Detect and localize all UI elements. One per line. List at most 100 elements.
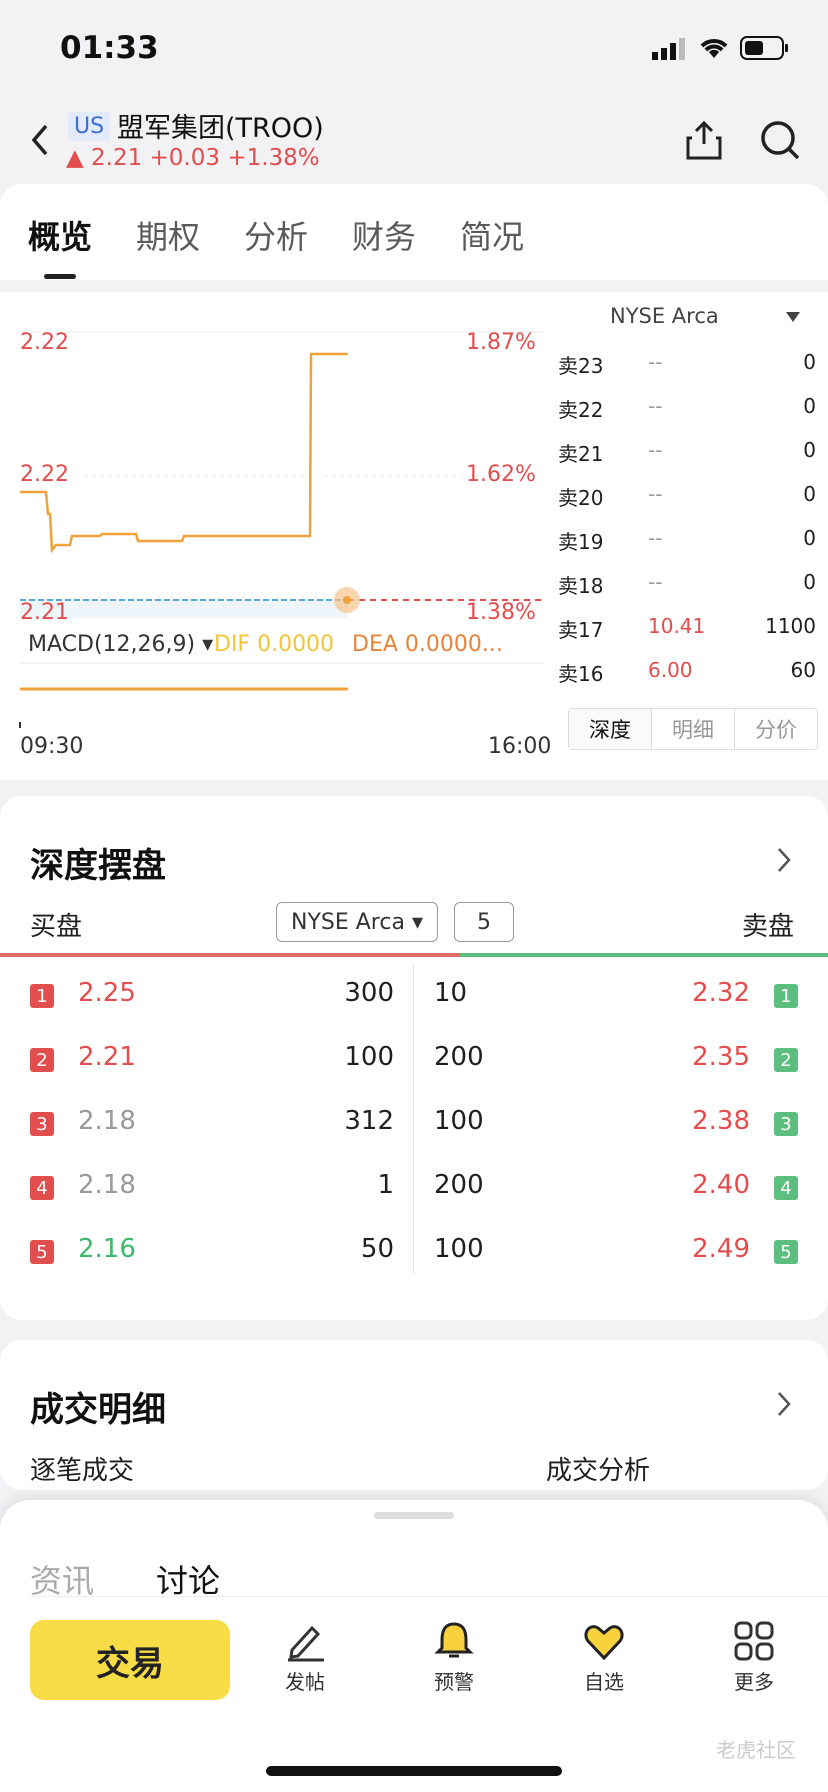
nav-more[interactable]: 更多 — [714, 1620, 794, 1695]
price-line — [20, 352, 348, 554]
chevron-right-icon[interactable] — [776, 1390, 792, 1418]
share-icon[interactable] — [682, 118, 726, 162]
back-icon[interactable] — [26, 120, 56, 160]
orderbook-row: 卖20 -- 0 — [558, 472, 820, 516]
pct-label-mid: 1.62% — [466, 462, 536, 487]
depth-exchange-value: NYSE Arca — [291, 909, 405, 935]
orderbook-row: 卖22 -- 0 — [558, 384, 820, 428]
macd-label: MACD(12,26,9) — [28, 632, 196, 657]
ask-level-badge: 3 — [774, 1112, 798, 1136]
nav-alert[interactable]: 预警 — [414, 1620, 494, 1695]
heart-icon — [584, 1625, 624, 1661]
watermark: 老虎社区 — [716, 1738, 796, 1762]
buy-side-label: 买盘 — [30, 912, 83, 942]
pencil-icon — [288, 1625, 324, 1662]
segment-detail[interactable]: 明细 — [652, 709, 735, 749]
segment-price-dist[interactable]: 分价 — [735, 709, 817, 749]
intraday-chart[interactable] — [0, 292, 556, 762]
trades-tick-tab[interactable]: 逐笔成交 — [30, 1450, 134, 1487]
orderbook-row-label: 卖22 — [558, 398, 604, 422]
pct-label-low: 1.38% — [466, 600, 536, 625]
nav-alert-label: 预警 — [434, 1670, 474, 1694]
depth-row: 5 2.16 50 100 2.49 5 — [0, 1220, 828, 1284]
sell-bar — [460, 953, 828, 957]
orderbook-row-label: 卖23 — [558, 354, 604, 378]
tab-analysis[interactable]: 分析 — [244, 212, 308, 258]
bid-level-badge: 4 — [30, 1176, 54, 1200]
nav-more-label: 更多 — [734, 1670, 774, 1694]
orderbook-row-label: 卖19 — [558, 530, 604, 554]
ask-size: 100 — [434, 1234, 484, 1264]
orderbook-row-size: 0 — [803, 394, 816, 418]
bid-level-badge: 5 — [30, 1240, 54, 1264]
bid-size: 1 — [377, 1170, 394, 1200]
bid-size: 312 — [344, 1106, 394, 1136]
depth-levels-select[interactable]: 5 — [454, 902, 514, 942]
sheet-divider — [30, 1596, 828, 1597]
ask-level-badge: 4 — [774, 1176, 798, 1200]
chevron-down-icon[interactable] — [786, 312, 800, 322]
orderbook-row-price: -- — [648, 394, 663, 418]
macd-selector[interactable]: MACD(12,26,9) ▾ — [28, 632, 213, 657]
bid-level-badge: 1 — [30, 984, 54, 1008]
bid-price: 2.25 — [78, 978, 136, 1008]
depth-title: 深度摆盘 — [30, 846, 166, 886]
orderbook-row-label: 卖18 — [558, 574, 604, 598]
home-indicator[interactable] — [266, 1766, 562, 1776]
sheet-handle[interactable] — [374, 1512, 454, 1519]
depth-exchange-select[interactable]: NYSE Arca ▾ — [276, 902, 438, 942]
price-label-low: 2.21 — [20, 600, 69, 625]
bid-price: 2.16 — [78, 1234, 136, 1264]
nav-post-label: 发帖 — [285, 1670, 325, 1694]
tab-profile[interactable]: 简况 — [460, 212, 524, 258]
ask-level-badge: 1 — [774, 984, 798, 1008]
bid-size: 50 — [360, 1234, 394, 1264]
bid-price: 2.18 — [78, 1170, 136, 1200]
orderbook-row-size: 0 — [803, 350, 816, 374]
bid-price: 2.18 — [78, 1106, 136, 1136]
trades-title: 成交明细 — [30, 1390, 166, 1430]
signal-icon — [652, 38, 685, 60]
orderbook-list[interactable]: 卖23 -- 0 卖22 -- 0 卖21 -- 0 卖20 -- 0 卖19 -- 0 卖18 -- 0 卖17 1… — [558, 340, 820, 708]
orderbook-row-size: 0 — [803, 570, 816, 594]
macd-dea: DEA 0.0000... — [352, 632, 503, 657]
active-tab-indicator — [44, 274, 76, 279]
orderbook-row-label: 卖16 — [558, 662, 604, 686]
tab-overview[interactable]: 概览 — [28, 212, 92, 258]
orderbook-row-size: 60 — [790, 658, 816, 682]
chevron-right-icon[interactable] — [776, 846, 792, 874]
battery-icon — [740, 36, 788, 60]
ask-size: 200 — [434, 1170, 484, 1200]
segment-depth[interactable]: 深度 — [569, 709, 652, 749]
orderbook-row: 卖16 6.00 60 — [558, 648, 820, 692]
orderbook-row: 卖21 -- 0 — [558, 428, 820, 472]
nav-post[interactable]: 发帖 — [265, 1620, 345, 1695]
tab-financials[interactable]: 财务 — [352, 212, 416, 258]
orderbook-row-price: -- — [648, 482, 663, 506]
x-axis-end: 16:00 — [488, 734, 552, 759]
trade-button[interactable]: 交易 — [30, 1620, 230, 1700]
price-label-high: 2.22 — [20, 330, 69, 355]
search-icon[interactable] — [758, 118, 802, 162]
orderbook-row: 卖19 -- 0 — [558, 516, 820, 560]
buy-bar — [0, 953, 460, 957]
ask-price: 2.49 — [692, 1234, 750, 1264]
nav-watchlist[interactable]: 自选 — [564, 1620, 644, 1695]
orderbook-row-size: 0 — [803, 438, 816, 462]
bid-level-badge: 3 — [30, 1112, 54, 1136]
orderbook-row-price: 6.00 — [648, 658, 693, 682]
orderbook-row-price: -- — [648, 570, 663, 594]
orderbook-exchange[interactable]: NYSE Arca — [610, 304, 719, 328]
status-bar: 01:33 — [0, 0, 828, 100]
status-time: 01:33 — [60, 30, 159, 66]
depth-row: 2 2.21 100 200 2.35 2 — [0, 1028, 828, 1092]
ask-level-badge: 2 — [774, 1048, 798, 1072]
tab-options[interactable]: 期权 — [136, 212, 200, 258]
ask-price: 2.38 — [692, 1106, 750, 1136]
trades-analysis-tab[interactable]: 成交分析 — [546, 1450, 650, 1487]
wifi-icon — [700, 39, 728, 58]
bid-level-badge: 2 — [30, 1048, 54, 1072]
orderbook-row-label: 卖21 — [558, 442, 604, 466]
orderbook-row-price: 10.41 — [648, 614, 706, 638]
market-badge: US — [68, 112, 111, 141]
